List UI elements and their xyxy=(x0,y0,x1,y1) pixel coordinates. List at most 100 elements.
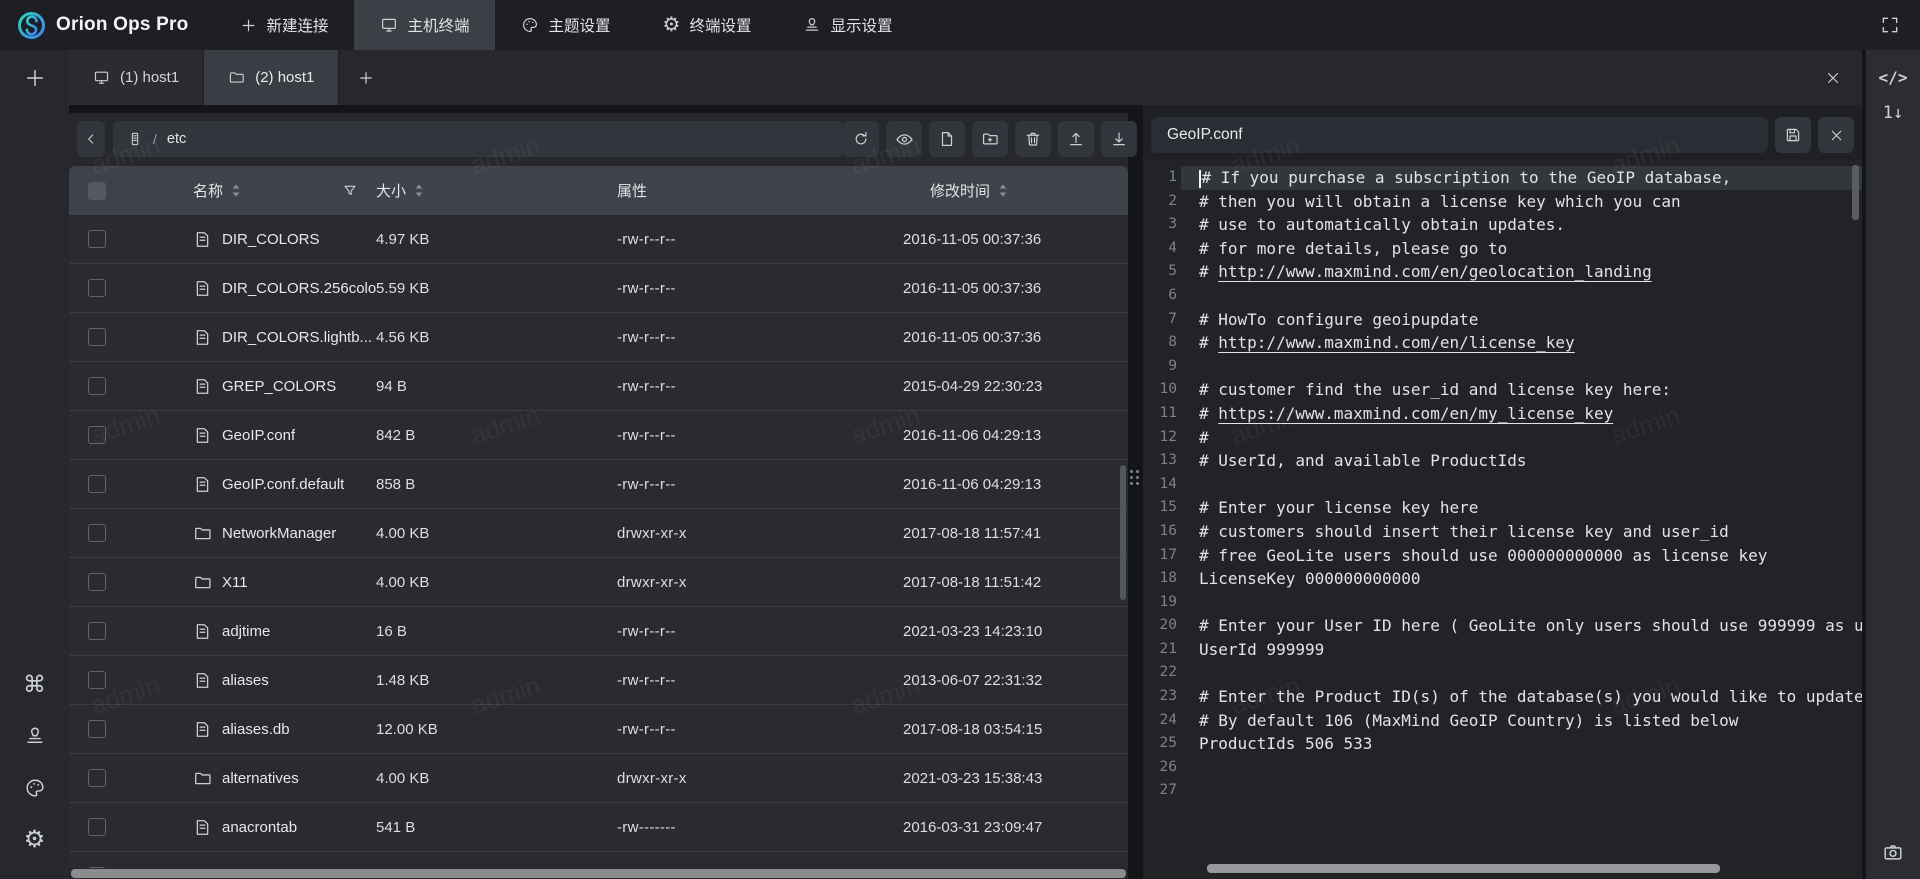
server-root-icon[interactable] xyxy=(127,131,143,147)
column-header-mtime[interactable]: 修改时间 xyxy=(930,180,990,201)
editor-titlebar xyxy=(1143,113,1862,157)
table-row[interactable]: X114.00 KBdrwxr-xr-x2017-08-18 11:51:42 xyxy=(69,558,1128,607)
column-header-size[interactable]: 大小 xyxy=(376,180,406,201)
panel-resize-handle[interactable] xyxy=(1130,470,1141,496)
row-checkbox[interactable] xyxy=(88,867,106,868)
sort-carets-icon[interactable] xyxy=(998,183,1008,198)
line-sort-icon[interactable]: 1↓ xyxy=(1866,96,1920,130)
table-row[interactable]: NetworkManager4.00 KBdrwxr-xr-x2017-08-1… xyxy=(69,509,1128,558)
new-tab-sidebar-button[interactable] xyxy=(0,50,69,105)
new-folder-button[interactable] xyxy=(972,121,1008,157)
code-line: # customers should insert their license … xyxy=(1181,520,1862,544)
row-checkbox[interactable] xyxy=(88,769,106,787)
row-checkbox[interactable] xyxy=(88,475,106,493)
code-link[interactable]: http://www.maxmind.com/en/license_key xyxy=(1218,333,1574,352)
row-checkbox[interactable] xyxy=(88,377,106,395)
table-row[interactable] xyxy=(69,852,1128,868)
select-all-checkbox[interactable] xyxy=(88,182,106,200)
nav-item-host-terminal[interactable]: 主机终端 xyxy=(354,0,495,50)
code-view-icon[interactable]: </> xyxy=(1866,60,1920,94)
palette-icon[interactable] xyxy=(22,775,48,801)
row-checkbox[interactable] xyxy=(88,279,106,297)
line-number: 3 xyxy=(1143,213,1181,237)
filter-funnel-icon[interactable] xyxy=(342,183,358,199)
file-attr: drwxr-xr-x xyxy=(610,574,900,591)
filename-input[interactable] xyxy=(1151,117,1768,153)
file-name: alternatives xyxy=(222,770,299,787)
row-checkbox[interactable] xyxy=(88,622,106,640)
save-button[interactable] xyxy=(1775,117,1811,153)
fullscreen-icon[interactable] xyxy=(1880,15,1900,35)
sort-carets-icon[interactable] xyxy=(414,183,424,198)
code-link[interactable]: http://www.maxmind.com/en/geolocation_la… xyxy=(1218,262,1651,281)
sort-carets-icon[interactable] xyxy=(231,183,241,198)
row-checkbox[interactable] xyxy=(88,524,106,542)
table-row[interactable]: GREP_COLORS94 B-rw-r--r--2015-04-29 22:3… xyxy=(69,362,1128,411)
folder-icon xyxy=(193,524,212,543)
monitor-icon xyxy=(93,69,110,86)
file-table-vertical-scrollbar[interactable] xyxy=(1120,465,1126,600)
nav-item-display-settings[interactable]: 显示设置 xyxy=(777,0,918,50)
file-size: 842 B xyxy=(376,427,610,444)
row-checkbox[interactable] xyxy=(88,328,106,346)
code-line: # If you purchase a subscription to the … xyxy=(1181,166,1862,190)
file-size: 4.00 KB xyxy=(376,770,610,787)
code-line: LicenseKey 000000000000 xyxy=(1181,567,1862,591)
upload-icon xyxy=(1067,130,1085,148)
tab-label: (1) host1 xyxy=(120,69,179,86)
upload-button[interactable] xyxy=(1058,121,1094,157)
table-row[interactable]: adjtime16 B-rw-r--r--2021-03-23 14:23:10 xyxy=(69,607,1128,656)
nav-item-new-connection[interactable]: 新建连接 xyxy=(214,0,354,50)
file-toolbar: / etc xyxy=(69,117,1128,161)
editor-horizontal-scrollbar[interactable] xyxy=(1207,864,1720,873)
refresh-button[interactable] xyxy=(843,121,879,157)
editor-code[interactable]: 1# If you purchase a subscription to the… xyxy=(1143,160,1862,879)
line-number: 26 xyxy=(1143,756,1181,780)
table-row[interactable]: GeoIP.conf.default858 B-rw-r--r--2016-11… xyxy=(69,460,1128,509)
code-line: # free GeoLite users should use 00000000… xyxy=(1181,544,1862,568)
code-link[interactable]: https://www.maxmind.com/en/my_license_ke… xyxy=(1218,404,1613,423)
back-button[interactable] xyxy=(77,121,105,157)
new-file-button[interactable] xyxy=(929,121,965,157)
screenshot-camera-icon[interactable] xyxy=(1866,835,1920,869)
tab-host1-files[interactable]: (2) host1 xyxy=(204,50,339,105)
preview-eye-button[interactable] xyxy=(886,121,922,157)
line-number: 4 xyxy=(1143,237,1181,261)
editor-line: 11# https://www.maxmind.com/en/my_licens… xyxy=(1143,402,1862,426)
delete-button[interactable] xyxy=(1015,121,1051,157)
stamp-icon[interactable] xyxy=(22,723,48,749)
breadcrumb-path[interactable]: etc xyxy=(167,131,186,147)
line-number: 14 xyxy=(1143,473,1181,497)
row-checkbox[interactable] xyxy=(88,818,106,836)
table-row[interactable]: alternatives4.00 KBdrwxr-xr-x2021-03-23 … xyxy=(69,754,1128,803)
file-table-horizontal-scrollbar[interactable] xyxy=(71,869,1126,878)
table-row[interactable]: aliases.db12.00 KB-rw-r--r--2017-08-18 0… xyxy=(69,705,1128,754)
table-row[interactable]: aliases1.48 KB-rw-r--r--2013-06-07 22:31… xyxy=(69,656,1128,705)
nav-item-theme-settings[interactable]: 主题设置 xyxy=(495,0,636,50)
folder-icon xyxy=(193,769,212,788)
new-tab-button[interactable] xyxy=(339,50,393,105)
tab-host1-terminal[interactable]: (1) host1 xyxy=(69,50,204,105)
table-row[interactable]: DIR_COLORS.256color5.59 KB-rw-r--r--2016… xyxy=(69,264,1128,313)
close-editor-button[interactable] xyxy=(1818,117,1854,153)
code-line: UserId 999999 xyxy=(1181,638,1862,662)
column-header-name[interactable]: 名称 xyxy=(193,180,223,201)
file-size: 5.59 KB xyxy=(376,280,610,297)
editor-vertical-scrollbar[interactable] xyxy=(1852,165,1859,220)
row-checkbox[interactable] xyxy=(88,720,106,738)
table-row[interactable]: DIR_COLORS4.97 KB-rw-r--r--2016-11-05 00… xyxy=(69,215,1128,264)
row-checkbox[interactable] xyxy=(88,671,106,689)
table-row[interactable]: anacrontab541 B-rw-------2016-03-31 23:0… xyxy=(69,803,1128,852)
row-checkbox[interactable] xyxy=(88,573,106,591)
download-button[interactable] xyxy=(1101,121,1137,157)
file-name: adjtime xyxy=(222,623,270,640)
close-tab-icon[interactable] xyxy=(1818,63,1848,93)
gear-icon[interactable]: ⚙ xyxy=(22,827,48,853)
path-breadcrumb[interactable]: / etc xyxy=(113,121,843,157)
row-checkbox[interactable] xyxy=(88,230,106,248)
row-checkbox[interactable] xyxy=(88,426,106,444)
table-row[interactable]: GeoIP.conf842 B-rw-r--r--2016-11-06 04:2… xyxy=(69,411,1128,460)
nav-item-terminal-settings[interactable]: ⚙ 终端设置 xyxy=(637,0,778,50)
command-shortcuts-icon[interactable]: ⌘ xyxy=(22,671,48,697)
table-row[interactable]: DIR_COLORS.lightb...4.56 KB-rw-r--r--201… xyxy=(69,313,1128,362)
